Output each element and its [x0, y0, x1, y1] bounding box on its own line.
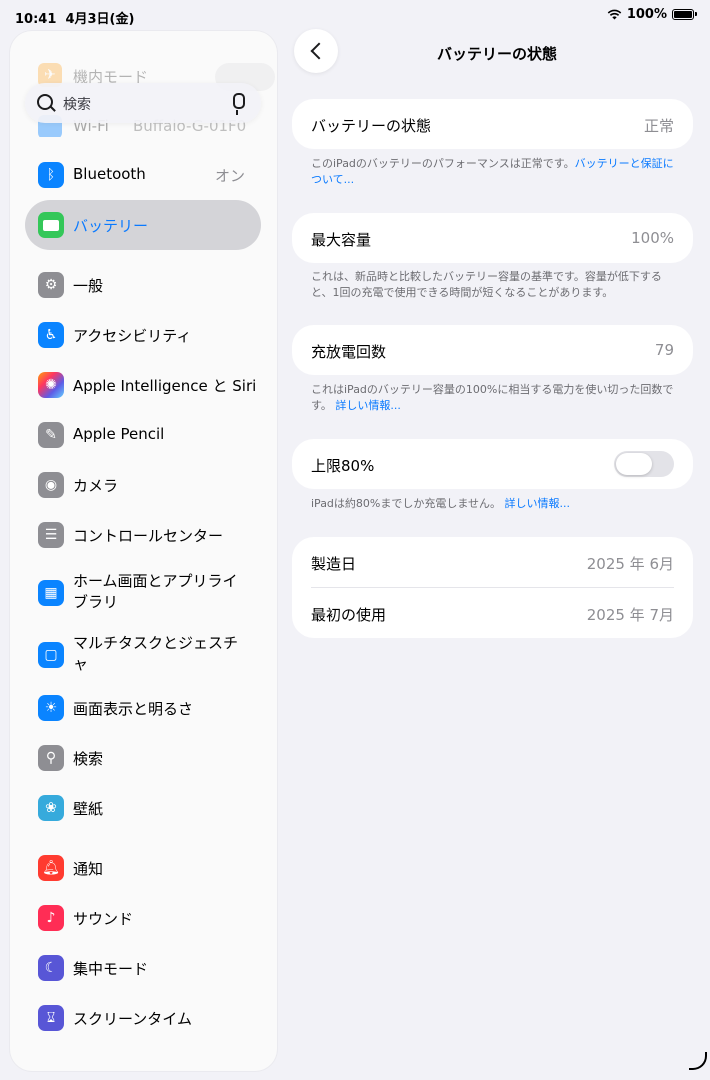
search-placeholder: 検索 — [63, 97, 91, 113]
sidebar-item-wallpaper[interactable]: ❀ 壁紙 — [10, 785, 277, 829]
wallpaper-icon: ❀ — [38, 795, 64, 821]
manufacture-date-value: 2025 年 6月 — [586, 555, 674, 573]
camera-icon: ◉ — [38, 472, 64, 498]
sidebar-item-search[interactable]: ⚲ 検索 — [10, 735, 277, 779]
sidebar-item-control-center[interactable]: ☰ コントロールセンター — [10, 512, 277, 556]
sidebar-item-label: スクリーンタイム — [73, 1010, 192, 1028]
sidebar-item-general[interactable]: ⚙ 一般 — [10, 262, 277, 306]
charge-limit-footnote: iPadは約80%までしか充電しません。 詳しい情報... — [311, 496, 681, 512]
dates-card: 製造日 2025 年 6月 最初の使用 2025 年 7月 — [292, 537, 693, 638]
row-value: 79 — [654, 341, 674, 359]
sidebar-item-label: Apple Intelligence と Siri — [73, 377, 257, 395]
multitasking-icon: ▢ — [38, 642, 64, 668]
accessibility-icon: ♿ — [38, 322, 64, 348]
sidebar-item-sounds[interactable]: ♪ サウンド — [10, 895, 277, 939]
first-use-value: 2025 年 7月 — [586, 606, 674, 624]
sidebar-item-label: サウンド — [73, 910, 134, 928]
sidebar-item-multitasking[interactable]: ▢ マルチタスクとジェスチャ — [10, 629, 277, 681]
notification-icon: 🔔︎ — [38, 855, 64, 881]
learn-more-link[interactable]: 詳しい情報... — [505, 497, 571, 510]
hourglass-icon: ⌛︎ — [38, 1005, 64, 1031]
wifi-icon — [607, 9, 622, 20]
sidebar-item-label: ホーム画面とアプリライブラリ — [73, 572, 238, 611]
sidebar-item-screen-time[interactable]: ⌛︎ スクリーンタイム — [10, 995, 277, 1039]
sidebar-item-label: 一般 — [73, 277, 104, 295]
sidebar-item-focus[interactable]: ☾ 集中モード — [10, 945, 277, 989]
cycle-count-row: 充放電回数 79 — [292, 325, 693, 375]
sidebar-item-label: バッテリー — [73, 217, 149, 235]
control-center-icon: ☰ — [38, 522, 64, 548]
charge-limit-toggle[interactable] — [614, 451, 674, 477]
sidebar-item-camera[interactable]: ◉ カメラ — [10, 462, 277, 506]
settings-sidebar[interactable]: ✈ 機内モード Wi-Fi Buffalo-G-01F0 検索 ᛒ Blueto… — [10, 31, 277, 1071]
sidebar-item-label: コントロールセンター — [73, 527, 224, 545]
sidebar-item-battery[interactable]: バッテリー — [10, 200, 277, 250]
footnote-text: このiPadのバッテリーのパフォーマンスは正常です。 — [311, 157, 575, 170]
status-bar: 10:41 4月3日(金) 100% — [0, 0, 710, 30]
sidebar-item-label: Apple Pencil — [73, 425, 165, 443]
learn-more-link[interactable]: 詳しい情報... — [335, 399, 401, 412]
battery-health-footnote: このiPadのバッテリーのパフォーマンスは正常です。バッテリーと保証について..… — [311, 156, 681, 188]
battery-percent: 100% — [626, 7, 667, 22]
sidebar-item-label: 検索 — [73, 750, 104, 768]
manufacture-date-label: 製造日 — [311, 555, 357, 573]
first-use-label: 最初の使用 — [311, 606, 387, 624]
home-screen-icon: ▦ — [38, 580, 64, 606]
corner-indicator — [689, 1052, 707, 1070]
sidebar-item-apple-pencil[interactable]: ✎ Apple Pencil — [10, 412, 277, 456]
search-icon — [37, 94, 53, 110]
sidebar-item-label: 集中モード — [73, 960, 149, 978]
row-label: 充放電回数 — [311, 343, 387, 361]
sidebar-item-home-screen[interactable]: ▦ ホーム画面とアプリライブラリ — [10, 567, 277, 619]
page-title: バッテリーの状態 — [436, 45, 557, 63]
sidebar-item-label: 壁紙 — [73, 800, 104, 818]
sound-icon: ♪ — [38, 905, 64, 931]
microphone-icon[interactable] — [233, 93, 245, 115]
row-value: 正常 — [643, 117, 674, 135]
sidebar-item-bluetooth[interactable]: ᛒ Bluetooth オン — [10, 152, 277, 196]
gear-icon: ⚙ — [38, 272, 64, 298]
toggle-knob — [616, 453, 652, 475]
row-label: 最大容量 — [311, 231, 372, 249]
charge-limit-row: 上限80% — [292, 439, 693, 489]
battery-status-icon — [672, 9, 697, 20]
sidebar-item-label: カメラ — [73, 477, 119, 495]
sidebar-item-notifications[interactable]: 🔔︎ 通知 — [10, 845, 277, 889]
battery-icon — [38, 212, 64, 238]
cycle-count-footnote: これはiPadのバッテリー容量の100%に相当する電力を使い切った回数です。 詳… — [311, 382, 681, 414]
sidebar-item-label: 画面表示と明るさ — [73, 700, 194, 718]
footnote-text: iPadは約80%までしか充電しません。 — [311, 497, 502, 510]
search-icon: ⚲ — [38, 745, 64, 771]
max-capacity-row: 最大容量 100% — [292, 213, 693, 263]
status-right: 100% — [607, 7, 697, 22]
pencil-icon: ✎ — [38, 422, 64, 448]
sidebar-item-label: マルチタスクとジェスチャ — [73, 634, 239, 673]
bluetooth-icon: ᛒ — [38, 162, 64, 188]
sidebar-item-label: アクセシビリティ — [73, 327, 192, 345]
sidebar-item-display-brightness[interactable]: ☀ 画面表示と明るさ — [10, 685, 277, 729]
focus-icon: ☾ — [38, 955, 64, 981]
brightness-icon: ☀ — [38, 695, 64, 721]
sidebar-item-apple-intelligence-siri[interactable]: ✺ Apple Intelligence と Siri — [10, 362, 277, 406]
row-label: 上限80% — [311, 457, 375, 475]
capacity-footnote: これは、新品時と比較したバッテリー容量の基準です。容量が低下すると、1回の充電で… — [311, 270, 662, 299]
search-field[interactable]: 検索 — [25, 83, 261, 123]
sidebar-item-accessibility[interactable]: ♿ アクセシビリティ — [10, 312, 277, 356]
row-separator — [311, 587, 674, 588]
row-value: 100% — [631, 229, 674, 247]
sidebar-item-label: 通知 — [73, 860, 104, 878]
battery-health-row: バッテリーの状態 正常 — [292, 99, 693, 149]
siri-icon: ✺ — [38, 372, 64, 398]
sidebar-item-value: オン — [214, 167, 245, 185]
status-time: 10:41 4月3日(金) — [15, 12, 135, 27]
sidebar-item-label: Bluetooth — [73, 165, 146, 183]
row-label: バッテリーの状態 — [311, 117, 432, 135]
